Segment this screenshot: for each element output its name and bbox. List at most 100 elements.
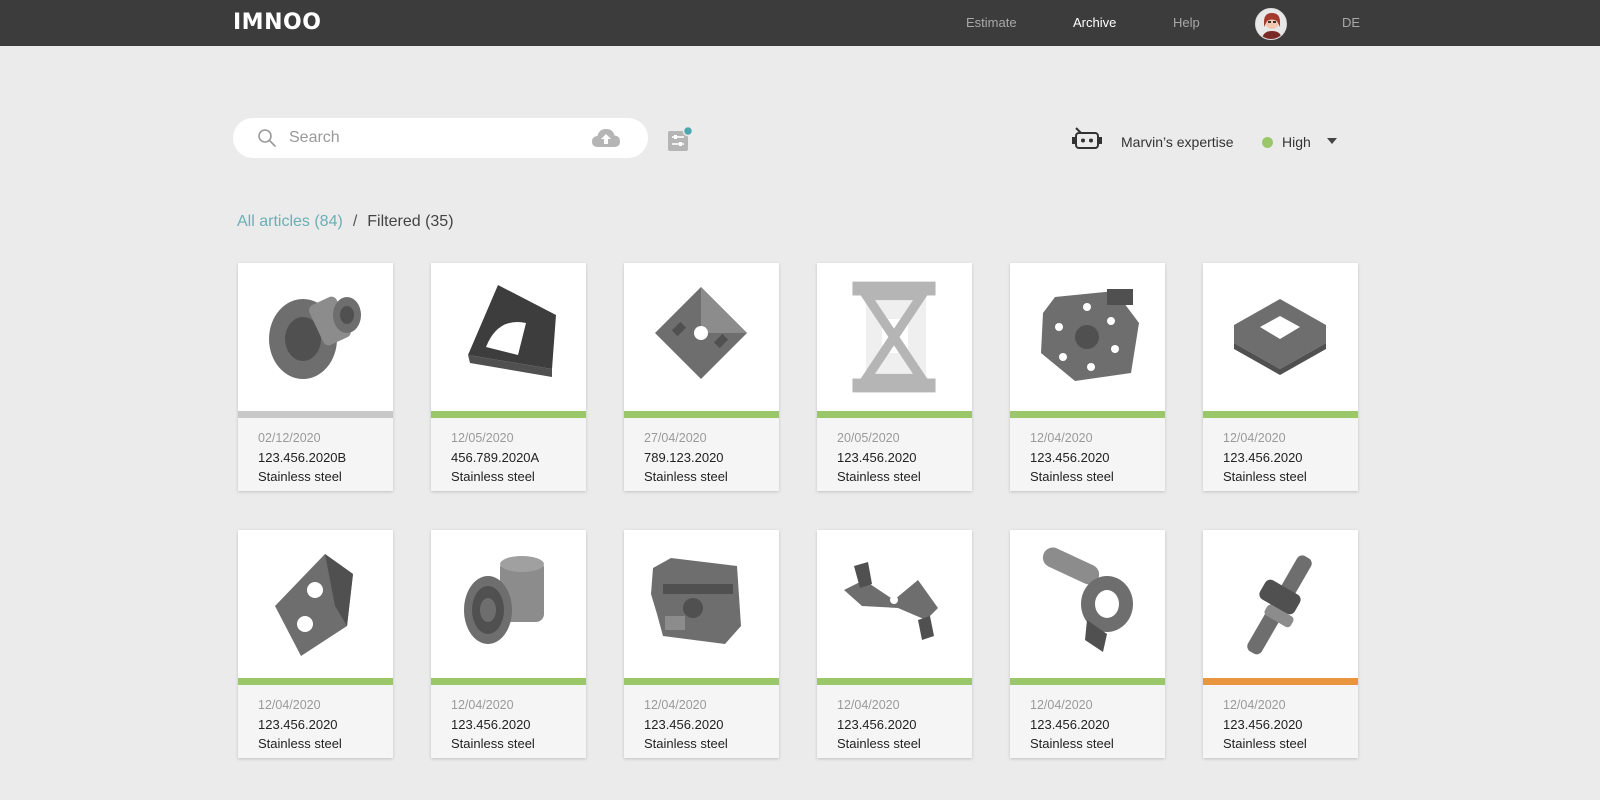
- expertise-value: High: [1282, 134, 1311, 150]
- article-date: 02/12/2020: [258, 431, 321, 445]
- article-material: Stainless steel: [1223, 469, 1307, 484]
- status-bar: [624, 678, 779, 685]
- article-thumbnail: [624, 263, 779, 411]
- article-card[interactable]: 27/04/2020 789.123.2020 Stainless steel: [624, 263, 779, 491]
- article-thumbnail: [1203, 263, 1358, 411]
- housing-part-icon: [651, 558, 741, 644]
- article-date: 12/05/2020: [451, 431, 514, 445]
- cylinder-part-icon: [464, 556, 544, 644]
- language-switch[interactable]: DE: [1342, 14, 1360, 32]
- user-avatar[interactable]: [1255, 8, 1287, 40]
- frame-part-icon: [1234, 299, 1326, 375]
- article-thumbnail: [817, 263, 972, 411]
- expertise-dropdown[interactable]: High: [1262, 131, 1342, 153]
- search-icon: [258, 129, 276, 147]
- status-bar: [817, 411, 972, 418]
- article-card[interactable]: 12/04/2020 123.456.2020 Stainless steel: [1203, 263, 1358, 491]
- article-id: 123.456.2020B: [258, 450, 347, 465]
- nav-archive[interactable]: Archive: [1073, 14, 1116, 32]
- nav-help[interactable]: Help: [1173, 14, 1200, 32]
- top-bar: IMNOO Estimate Archive Help DE: [0, 0, 1600, 46]
- flange-part-icon: [269, 296, 361, 379]
- article-id: 123.456.2020: [451, 717, 531, 732]
- article-id: 789.123.2020: [644, 450, 724, 465]
- chevron-down-icon: [1327, 138, 1337, 144]
- status-bar: [431, 678, 586, 685]
- filter-settings-icon[interactable]: [666, 126, 694, 154]
- status-bar: [1203, 411, 1358, 418]
- breadcrumb-separator: /: [352, 213, 358, 230]
- article-id: 123.456.2020: [258, 717, 338, 732]
- article-date: 12/04/2020: [1223, 431, 1286, 445]
- article-date: 12/04/2020: [258, 698, 321, 712]
- article-date: 20/05/2020: [837, 431, 900, 445]
- search-input[interactable]: [289, 126, 569, 150]
- status-bar: [1010, 678, 1165, 685]
- article-id: 123.456.2020: [1030, 450, 1110, 465]
- shaft-part-icon: [1247, 555, 1312, 655]
- status-bar: [817, 678, 972, 685]
- arm-part-icon: [1042, 547, 1133, 652]
- article-id: 123.456.2020: [1223, 717, 1303, 732]
- status-bar: [624, 411, 779, 418]
- article-material: Stainless steel: [1223, 736, 1307, 751]
- article-thumbnail: [238, 263, 393, 411]
- article-material: Stainless steel: [258, 736, 342, 751]
- article-material: Stainless steel: [644, 736, 728, 751]
- nav-estimate[interactable]: Estimate: [966, 14, 1017, 32]
- hub-part-icon: [1041, 289, 1139, 381]
- article-date: 12/04/2020: [644, 698, 707, 712]
- plate-part-icon: [655, 287, 747, 379]
- article-date: 27/04/2020: [644, 431, 707, 445]
- article-thumbnail: [1203, 530, 1358, 678]
- article-material: Stainless steel: [451, 469, 535, 484]
- status-bar: [1010, 411, 1165, 418]
- bracket-part-icon: [468, 285, 556, 377]
- article-thumbnail: [1010, 530, 1165, 678]
- article-id: 123.456.2020: [644, 717, 724, 732]
- article-card[interactable]: 20/05/2020 123.456.2020 Stainless steel: [817, 263, 972, 491]
- search-bar[interactable]: [233, 118, 648, 158]
- status-bar: [238, 411, 393, 418]
- article-card[interactable]: 12/04/2020 123.456.2020 Stainless steel: [817, 530, 972, 758]
- article-id: 456.789.2020A: [451, 450, 540, 465]
- article-thumbnail: [624, 530, 779, 678]
- article-thumbnail: [238, 530, 393, 678]
- article-material: Stainless steel: [644, 469, 728, 484]
- article-card[interactable]: 12/04/2020 123.456.2020 Stainless steel: [1203, 530, 1358, 758]
- status-bar: [1203, 678, 1358, 685]
- block-part-icon: [275, 554, 353, 656]
- breadcrumb: All articles (84) / Filtered (35): [237, 212, 454, 232]
- article-date: 12/04/2020: [1030, 698, 1093, 712]
- article-thumbnail: [817, 530, 972, 678]
- article-card[interactable]: 12/04/2020 123.456.2020 Stainless steel: [624, 530, 779, 758]
- article-date: 12/04/2020: [1223, 698, 1286, 712]
- article-card[interactable]: 12/04/2020 123.456.2020 Stainless steel: [1010, 530, 1165, 758]
- article-date: 12/04/2020: [451, 698, 514, 712]
- article-id: 123.456.2020: [1223, 450, 1303, 465]
- expertise-label: Marvin’s expertise: [1121, 134, 1234, 150]
- expertise-status-dot: [1262, 137, 1273, 148]
- article-date: 12/04/2020: [837, 698, 900, 712]
- article-material: Stainless steel: [258, 469, 342, 484]
- cloud-upload-icon[interactable]: [591, 127, 621, 149]
- breadcrumb-all-articles[interactable]: All articles (84): [237, 213, 343, 230]
- article-material: Stainless steel: [837, 469, 921, 484]
- article-card[interactable]: 12/04/2020 123.456.2020 Stainless steel: [1010, 263, 1165, 491]
- robot-icon: [1072, 127, 1102, 149]
- article-card[interactable]: 12/04/2020 123.456.2020 Stainless steel: [238, 530, 393, 758]
- breadcrumb-current: Filtered (35): [367, 213, 454, 230]
- lever-part-icon: [844, 562, 938, 640]
- article-card[interactable]: 12/05/2020 456.789.2020A Stainless steel: [431, 263, 586, 491]
- article-id: 123.456.2020: [837, 717, 917, 732]
- app-logo[interactable]: IMNOO: [233, 11, 321, 35]
- article-thumbnail: [431, 263, 586, 411]
- article-id: 123.456.2020: [837, 450, 917, 465]
- article-card[interactable]: 12/04/2020 123.456.2020 Stainless steel: [431, 530, 586, 758]
- article-thumbnail: [1010, 263, 1165, 411]
- article-card[interactable]: 02/12/2020 123.456.2020B Stainless steel: [238, 263, 393, 491]
- article-material: Stainless steel: [1030, 736, 1114, 751]
- article-thumbnail: [431, 530, 586, 678]
- status-bar: [238, 678, 393, 685]
- article-material: Stainless steel: [451, 736, 535, 751]
